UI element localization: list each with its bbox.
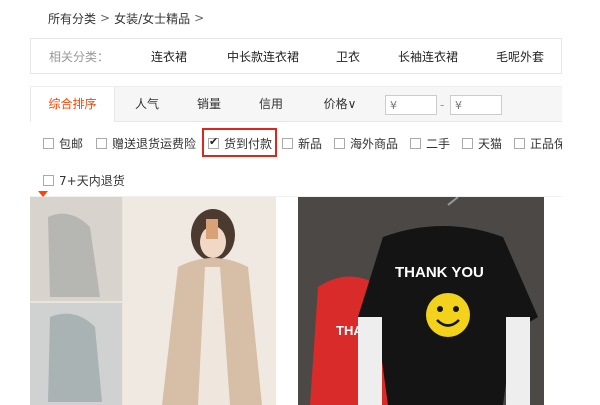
shirt-text: THANK YOU — [395, 264, 484, 281]
related-link-hoodie[interactable]: 卫衣 — [336, 48, 360, 65]
product-image-sweatshirt: THA THANK YOU — [298, 197, 544, 405]
filter-tmall[interactable]: 天猫 — [462, 134, 502, 152]
tab-popularity[interactable]: 人气 — [120, 87, 174, 122]
breadcrumb-separator-trail: > — [194, 11, 205, 25]
related-link-long-sleeve-dress[interactable]: 长袖连衣裙 — [398, 48, 458, 65]
filter-return-insurance[interactable]: 赠送退货运费险 — [96, 134, 196, 152]
product-image-coat — [30, 197, 276, 405]
checkbox[interactable] — [282, 137, 293, 149]
tab-sales[interactable]: 销量 — [182, 87, 236, 122]
filter-new[interactable]: 新品 — [282, 134, 322, 152]
checkbox[interactable] — [96, 137, 107, 149]
related-link-midi-dress[interactable]: 中长款连衣裙 — [227, 48, 299, 65]
highlight-box — [202, 128, 277, 157]
checkbox[interactable] — [334, 137, 345, 149]
price-range-dash: - — [440, 98, 445, 112]
product-card-coat[interactable] — [30, 197, 276, 405]
filter-label: 正品保 — [530, 136, 562, 151]
filter-overseas[interactable]: 海外商品 — [334, 134, 398, 152]
related-link-dress[interactable]: 连衣裙 — [151, 48, 187, 65]
related-categories-label: 相关分类： — [49, 49, 110, 64]
price-max-input[interactable] — [450, 95, 502, 115]
checkbox[interactable] — [43, 174, 54, 186]
sort-bar: 综合排序 人气 销量 信用 价格∨ - — [30, 86, 562, 122]
related-categories-bar: 相关分类： 连衣裙 中长款连衣裙 卫衣 长袖连衣裙 毛呢外套 — [30, 38, 562, 74]
filter-label: 新品 — [298, 136, 323, 151]
filter-label: 7+天内退货 — [59, 173, 125, 188]
tab-price[interactable]: 价格∨ — [310, 87, 370, 122]
filter-genuine[interactable]: 正品保 — [514, 134, 562, 152]
filter-label: 海外商品 — [350, 136, 399, 151]
price-min-input[interactable] — [385, 95, 437, 115]
filter-7day-return[interactable]: 7+天内退货 — [43, 171, 125, 189]
tab-comprehensive-sort[interactable]: 综合排序 — [30, 87, 115, 122]
breadcrumb-separator: > — [100, 11, 111, 25]
tab-credit[interactable]: 信用 — [244, 87, 298, 122]
filter-second-hand[interactable]: 二手 — [410, 134, 450, 152]
breadcrumb-root[interactable]: 所有分类 — [48, 10, 96, 27]
checkbox[interactable] — [462, 137, 473, 149]
related-link-wool-coat[interactable]: 毛呢外套 — [496, 48, 544, 65]
filter-label: 二手 — [426, 136, 451, 151]
filter-free-shipping[interactable]: 包邮 — [43, 134, 83, 152]
checkbox[interactable] — [410, 137, 421, 149]
filter-panel: 包邮 赠送退货运费险 货到付款 新品 海外商品 二手 天猫 正品保 7+天内退货 — [30, 123, 562, 197]
checkbox[interactable] — [514, 137, 525, 149]
breadcrumb: 所有分类 > 女装/女士精品 > — [48, 8, 208, 28]
breadcrumb-current[interactable]: 女装/女士精品 — [114, 10, 190, 27]
checkbox[interactable] — [43, 137, 54, 149]
product-card-sweatshirt[interactable]: THA THANK YOU — [298, 197, 544, 405]
filter-label: 天猫 — [478, 136, 503, 151]
filter-label: 包邮 — [59, 136, 84, 151]
filter-label: 赠送退货运费险 — [112, 136, 197, 151]
